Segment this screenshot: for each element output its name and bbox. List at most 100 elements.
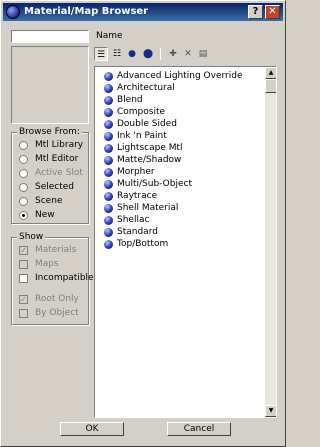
close-button[interactable]: ✕ [265,5,280,19]
radio-selected[interactable]: Selected [19,181,74,193]
help-button[interactable]: ? [248,5,263,19]
radio-circle[interactable] [19,196,28,206]
app-icon [6,5,20,19]
show-title: Show [17,232,46,242]
checkbox-maps[interactable]: Maps [19,258,59,270]
list-item-label: Advanced Lighting Override [117,71,243,81]
list-item[interactable]: Blend [95,94,143,106]
list-item-label: Standard [117,227,158,237]
radio-label: Scene [35,196,63,206]
material-preview [11,46,89,124]
radio-circle[interactable] [19,168,28,178]
checkbox-box[interactable]: ✓ [19,294,28,304]
checkbox-root-only[interactable]: ✓ Root Only [19,293,79,305]
material-sphere-icon [104,227,113,237]
list-item[interactable]: Top/Bottom [95,238,168,250]
list-item[interactable]: Raytrace [95,190,157,202]
view-list-icon[interactable]: ☰ [94,47,108,61]
list-item-label: Composite [117,107,166,117]
clear-library-icon[interactable]: ▤ [196,47,210,61]
list-item[interactable]: Composite [95,106,165,118]
checkbox-materials[interactable]: ✓ Materials [19,244,76,256]
list-item-label: Double Sided [117,119,177,129]
checkbox-box[interactable]: ✓ [19,245,28,255]
checkbox-box[interactable] [19,308,28,318]
radio-circle[interactable] [19,154,28,164]
list-item-label: Matte/Shadow [117,155,182,165]
radio-label: Mtl Library [35,140,84,150]
checkbox-incompatible[interactable]: Incompatible [19,272,94,284]
list-item[interactable]: Shell Material [95,202,178,214]
material-sphere-icon [104,179,113,189]
list-item-label: Architectural [117,83,175,93]
list-item[interactable]: Ink 'n Paint [95,130,167,142]
checkbox-label: Maps [35,259,59,269]
material-sphere-icon [104,107,113,117]
material-sphere-icon [104,167,113,177]
window-title: Material/Map Browser [24,6,149,17]
browse-from-title: Browse From: [17,127,82,137]
delete-icon[interactable]: ✕ [181,47,195,61]
update-scene-icon[interactable]: ✚ [166,47,180,61]
view-large-icons-icon[interactable]: ⬤ [141,47,155,61]
list-item-label: Blend [117,95,143,105]
list-item[interactable]: Multi/Sub-Object [95,178,192,190]
radio-active-slot[interactable]: Active Slot [19,167,83,179]
ok-button[interactable]: OK [60,422,124,436]
radio-scene[interactable]: Scene [19,195,62,207]
list-item[interactable]: Morpher [95,166,155,178]
material-sphere-icon [104,143,113,153]
material-sphere-icon [104,203,113,213]
material-sphere-icon [104,239,113,249]
list-item[interactable]: Matte/Shadow [95,154,181,166]
radio-label: New [35,210,55,220]
radio-label: Mtl Editor [35,154,79,164]
list-item-label: Top/Bottom [117,239,169,249]
list-item[interactable]: Double Sided [95,118,177,130]
radio-mtl-editor[interactable]: Mtl Editor [19,153,78,165]
show-group: Show ✓ Materials Maps Incompatible ✓ Roo… [11,232,94,325]
material-sphere-icon [104,155,113,165]
cancel-button[interactable]: Cancel [167,422,231,436]
checkbox-label: Materials [35,245,77,255]
checkbox-label: Incompatible [35,273,94,283]
radio-label: Selected [35,182,75,192]
radio-circle[interactable] [19,182,28,192]
scroll-up-icon[interactable]: ▲ [265,67,276,79]
list-item-label: Shell Material [117,203,179,213]
list-item-label: Lightscape Mtl [117,143,183,153]
list-item-label: Multi/Sub-Object [117,179,192,189]
vertical-scrollbar[interactable]: ▲ ▼ [265,67,276,417]
name-label: Name [96,31,123,41]
list-item[interactable]: Architectural [95,82,175,94]
list-item[interactable]: Shellac [95,214,149,226]
title-bar[interactable]: Material/Map Browser ? ✕ [3,3,283,21]
material-sphere-icon [104,119,113,129]
list-item[interactable]: Advanced Lighting Override [95,70,243,82]
view-list-icons-icon[interactable]: ☷ [110,47,124,61]
list-item-label: Shellac [117,215,150,225]
checkbox-box[interactable] [19,259,28,269]
material-sphere-icon [104,191,113,201]
radio-circle[interactable] [19,140,28,150]
radio-label: Active Slot [35,168,83,178]
list-item[interactable]: Lightscape Mtl [95,142,183,154]
checkbox-by-object[interactable]: By Object [19,307,79,319]
material-sphere-icon [104,131,113,141]
search-input[interactable] [11,30,89,43]
checkbox-label: Root Only [35,294,79,304]
list-item-label: Ink 'n Paint [117,131,167,141]
list-item-label: Raytrace [117,191,158,201]
material-sphere-icon [104,71,113,81]
radio-mtl-library[interactable]: Mtl Library [19,139,83,151]
material-map-browser-window: Material/Map Browser ? ✕ Name Browse Fro… [0,0,286,447]
radio-new[interactable]: New [19,209,55,221]
checkbox-box[interactable] [19,273,28,283]
material-list[interactable]: Advanced Lighting Override Architectural… [94,66,277,418]
material-sphere-icon [104,215,113,225]
list-item[interactable]: Standard [95,226,158,238]
scroll-thumb[interactable] [265,79,276,93]
scroll-down-icon[interactable]: ▼ [265,405,276,417]
radio-circle[interactable] [19,210,28,220]
view-small-icons-icon[interactable]: ● [125,47,139,61]
